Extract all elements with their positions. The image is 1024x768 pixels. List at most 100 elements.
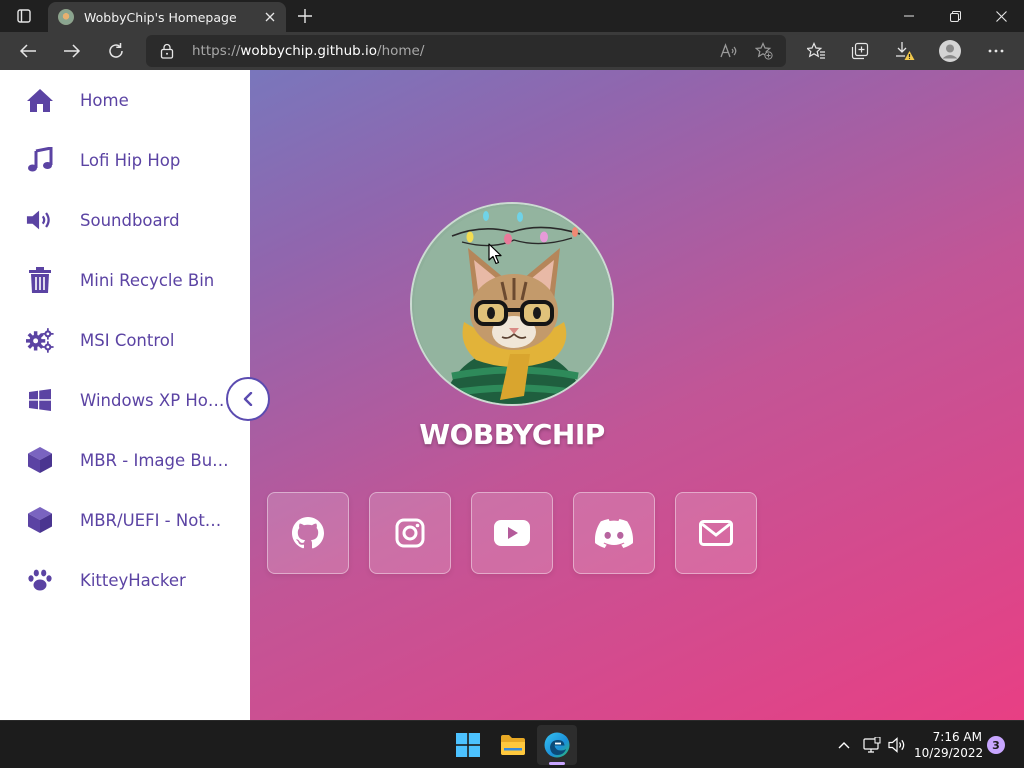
youtube-link[interactable] xyxy=(471,492,553,574)
start-button[interactable] xyxy=(448,725,488,765)
close-icon xyxy=(265,12,275,22)
network-icon xyxy=(863,737,881,753)
youtube-icon xyxy=(494,520,530,546)
back-button[interactable] xyxy=(13,36,43,66)
cat-avatar-illustration xyxy=(412,204,612,404)
downloads-button[interactable] xyxy=(890,36,920,66)
clock-date: 10/29/2022 xyxy=(914,746,984,760)
forward-arrow-icon xyxy=(64,44,81,58)
close-icon xyxy=(995,10,1007,22)
cat-favicon-icon xyxy=(58,9,74,25)
profile-button[interactable] xyxy=(935,36,965,66)
sidebar-item-windows-xp-horror[interactable]: Windows XP Horror Edition xyxy=(0,370,250,430)
site-name-heading: WOBBYCHIP xyxy=(419,418,605,451)
browser-titlebar: WobbyChip's Homepage xyxy=(0,0,1024,32)
github-link[interactable] xyxy=(267,492,349,574)
paw-icon xyxy=(26,566,54,594)
minimize-button[interactable] xyxy=(886,0,932,32)
instagram-icon xyxy=(395,518,425,548)
chevron-up-icon xyxy=(838,742,850,749)
more-dots-icon xyxy=(988,49,1004,53)
taskbar-clock[interactable]: 7:16 AM 10/29/2022 xyxy=(914,729,984,761)
sidebar-item-msi-control[interactable]: MSI Control xyxy=(0,310,250,370)
sidebar-item-mini-recycle-bin[interactable]: Mini Recycle Bin xyxy=(0,250,250,310)
avatar-icon xyxy=(939,40,961,62)
collections-icon xyxy=(851,42,869,60)
sidebar-item-mbr-uefi-note-builder[interactable]: MBR/UEFI - Note Builder xyxy=(0,490,250,550)
windows-taskbar: 7:16 AM 10/29/2022 3 xyxy=(0,720,1024,768)
network-button[interactable] xyxy=(862,735,882,755)
sidebar-item-label: KitteyHacker xyxy=(80,570,186,590)
file-explorer-button[interactable] xyxy=(493,725,533,765)
collections-button[interactable] xyxy=(845,36,875,66)
address-bar[interactable]: https://wobbychip.github.io/home/ xyxy=(146,35,786,67)
favorites-icon xyxy=(807,42,825,59)
sidebar-item-label: Lofi Hip Hop xyxy=(80,150,181,170)
star-add-icon xyxy=(755,42,773,60)
close-window-button[interactable] xyxy=(978,0,1024,32)
cube-icon xyxy=(26,446,54,474)
mouse-cursor-icon xyxy=(488,243,502,265)
tab-actions-icon xyxy=(17,9,31,23)
add-favorite-button[interactable] xyxy=(754,41,774,61)
plus-icon xyxy=(298,9,312,23)
favorites-button[interactable] xyxy=(801,36,831,66)
clock-time: 7:16 AM xyxy=(932,730,982,744)
collapse-sidebar-button[interactable] xyxy=(226,377,270,421)
sidebar: Home Lofi Hip Hop Soundboard Mini Recycl… xyxy=(0,70,250,720)
read-aloud-button[interactable] xyxy=(719,41,739,61)
forward-button[interactable] xyxy=(57,36,87,66)
browser-tab[interactable]: WobbyChip's Homepage xyxy=(48,2,286,32)
discord-icon xyxy=(595,518,633,548)
sidebar-item-label: MBR - Image Builder xyxy=(80,450,230,470)
edge-browser-icon xyxy=(544,732,570,758)
page-viewport: Home Lofi Hip Hop Soundboard Mini Recycl… xyxy=(0,70,1024,720)
discord-link[interactable] xyxy=(573,492,655,574)
url-host: wobbychip.github.io xyxy=(240,43,378,59)
sidebar-item-soundboard[interactable]: Soundboard xyxy=(0,190,250,250)
email-icon xyxy=(699,520,733,546)
active-app-indicator xyxy=(549,762,565,765)
sidebar-item-label: Home xyxy=(80,90,129,110)
volume-button[interactable] xyxy=(887,735,907,755)
music-note-icon xyxy=(26,146,54,174)
url-path: /home/ xyxy=(377,43,425,59)
sidebar-item-label: Mini Recycle Bin xyxy=(80,270,215,290)
sidebar-item-label: MBR/UEFI - Note Builder xyxy=(80,510,230,530)
windows-icon xyxy=(26,386,54,414)
sidebar-item-label: MSI Control xyxy=(80,330,175,350)
sidebar-item-home[interactable]: Home xyxy=(0,70,250,130)
back-arrow-icon xyxy=(19,44,36,58)
chevron-left-icon xyxy=(243,392,253,406)
browser-toolbar: https://wobbychip.github.io/home/ xyxy=(0,32,1024,70)
settings-menu-button[interactable] xyxy=(981,36,1011,66)
folder-icon xyxy=(501,735,525,755)
sidebar-item-kitteyhacker[interactable]: KitteyHacker xyxy=(0,550,250,610)
sidebar-item-lofi-hip-hop[interactable]: Lofi Hip Hop xyxy=(0,130,250,190)
edge-taskbar-button[interactable] xyxy=(537,725,577,765)
sidebar-item-mbr-image-builder[interactable]: MBR - Image Builder xyxy=(0,430,250,490)
show-hidden-icons-button[interactable] xyxy=(834,735,854,755)
url-text[interactable]: https://wobbychip.github.io/home/ xyxy=(192,43,424,59)
volume-icon xyxy=(888,737,905,753)
new-tab-button[interactable] xyxy=(295,6,315,26)
lock-icon[interactable] xyxy=(160,43,174,59)
github-icon xyxy=(292,517,324,549)
minimize-icon xyxy=(904,15,914,17)
trash-icon xyxy=(26,266,54,294)
windows-logo-icon xyxy=(456,733,480,757)
instagram-link[interactable] xyxy=(369,492,451,574)
restore-button[interactable] xyxy=(932,0,978,32)
sidebar-item-label: Windows XP Horror Edition xyxy=(80,390,230,410)
notification-badge[interactable]: 3 xyxy=(987,736,1005,754)
gears-icon xyxy=(26,326,54,354)
tab-close-button[interactable] xyxy=(262,9,278,25)
tab-actions-button[interactable] xyxy=(8,6,40,26)
speaker-icon xyxy=(26,206,54,234)
restore-icon xyxy=(949,10,961,22)
refresh-button[interactable] xyxy=(101,36,131,66)
email-link[interactable] xyxy=(675,492,757,574)
profile-avatar xyxy=(410,202,614,406)
sidebar-item-label: Soundboard xyxy=(80,210,180,230)
url-scheme: https:// xyxy=(192,43,241,59)
